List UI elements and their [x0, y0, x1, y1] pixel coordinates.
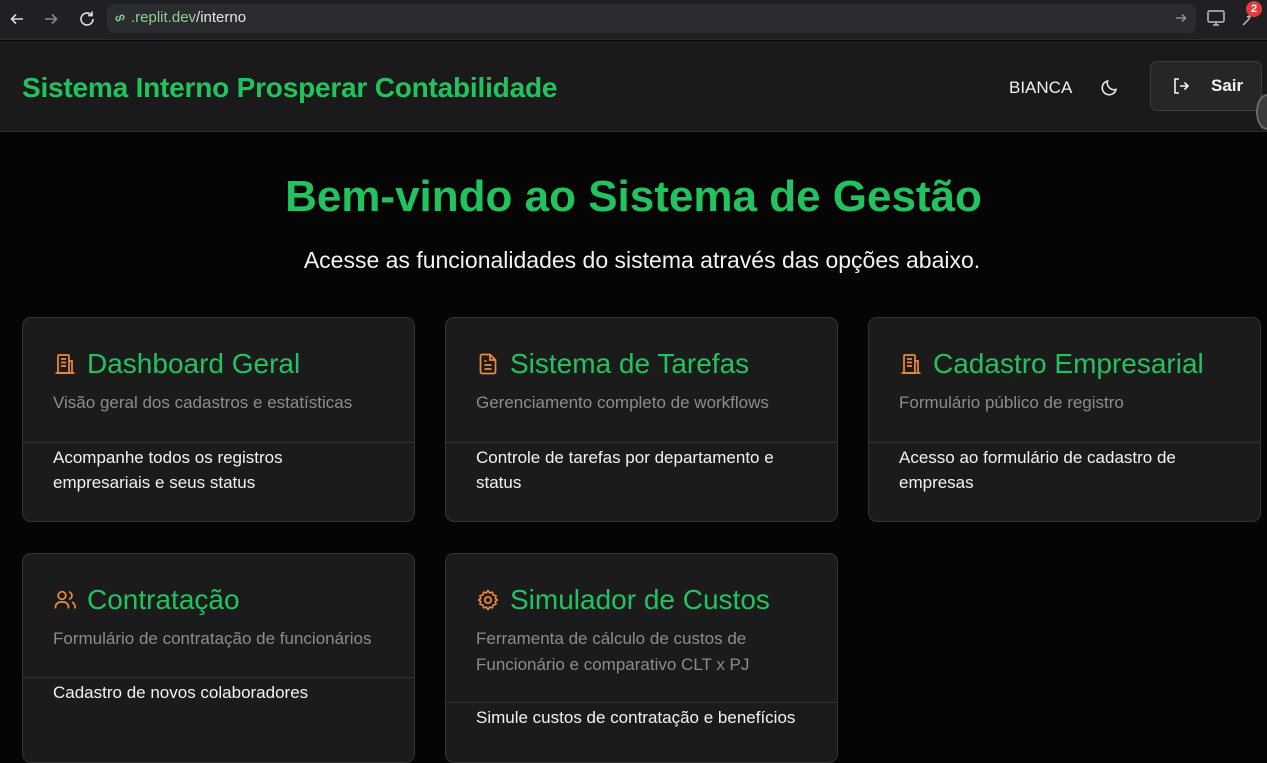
moon-icon[interactable] — [1099, 76, 1121, 98]
back-button[interactable] — [6, 8, 28, 30]
url-text: .replit.dev/interno — [131, 9, 246, 26]
card-description: Ferramenta de cálculo de custos de Funci… — [476, 629, 750, 674]
card-description: Visão geral dos cadastros e estatísticas — [53, 393, 353, 412]
card-title: Sistema de Tarefas — [510, 348, 750, 379]
card-sistema-de-tarefas[interactable]: Sistema de Tarefas Gerenciamento complet… — [445, 317, 838, 522]
card-simulador-de-custos[interactable]: Simulador de Custos Ferramenta de cálcul… — [445, 553, 838, 763]
app-header: Sistema Interno Prosperar Contabilidade … — [0, 41, 1267, 132]
address-bar[interactable]: .replit.dev/interno — [107, 4, 1196, 33]
url-path: /interno — [196, 9, 247, 26]
url-domain: .replit.dev — [131, 9, 197, 26]
card-description: Formulário de contratação de funcionário… — [53, 629, 372, 648]
user-name: BIANCA — [1009, 78, 1073, 97]
logout-icon — [1174, 78, 1190, 94]
extension-badge: 2 — [1246, 1, 1262, 17]
card-dashboard-geral[interactable]: Dashboard Geral Visão geral dos cadastro… — [22, 317, 415, 522]
card-description: Formulário público de registro — [899, 393, 1124, 412]
card-description: Gerenciamento completo de workflows — [476, 393, 769, 412]
monitor-icon[interactable] — [1206, 8, 1226, 28]
app-title[interactable]: Sistema Interno Prosperar Contabilidade — [22, 72, 557, 104]
users-icon — [54, 590, 76, 609]
card-title: Simulador de Custos — [510, 584, 770, 615]
reload-icon — [80, 11, 94, 26]
card-title: Cadastro Empresarial — [933, 348, 1204, 379]
browser-toolbar: .replit.dev/interno 2 — [0, 0, 1267, 40]
building-icon — [55, 354, 75, 374]
card-body: Acompanhe todos os registros empresariai… — [53, 448, 283, 492]
card-body: Cadastro de novos colaboradores — [53, 683, 309, 702]
page-subtitle: Acesse as funcionalidades do sistema atr… — [303, 247, 981, 273]
card-cadastro-empresarial[interactable]: Cadastro Empresarial Formulário público … — [868, 317, 1261, 522]
logout-button[interactable]: Sair — [1150, 61, 1262, 111]
card-contratacao[interactable]: Contratação Formulário de contratação de… — [22, 553, 415, 763]
card-title: Dashboard Geral — [87, 348, 301, 379]
share-arrow-icon[interactable] — [1174, 11, 1188, 25]
building-icon — [901, 354, 921, 374]
arrow-left-icon — [10, 13, 23, 25]
card-body: Simule custos de contratação e benefício… — [476, 708, 796, 727]
arrow-right-icon — [45, 13, 58, 25]
file-text-icon — [479, 353, 497, 375]
logout-label: Sair — [1211, 76, 1244, 95]
forward-button[interactable] — [40, 8, 62, 30]
card-body: Controle de tarefas por departamento e s… — [476, 448, 774, 492]
gear-icon — [477, 589, 499, 611]
reload-button[interactable] — [76, 8, 98, 30]
card-title: Contratação — [87, 584, 240, 615]
link-icon — [115, 14, 125, 22]
card-body: Acesso ao formulário de cadastro de empr… — [899, 448, 1176, 492]
page-title: Bem-vindo ao Sistema de Gestão — [285, 172, 982, 221]
